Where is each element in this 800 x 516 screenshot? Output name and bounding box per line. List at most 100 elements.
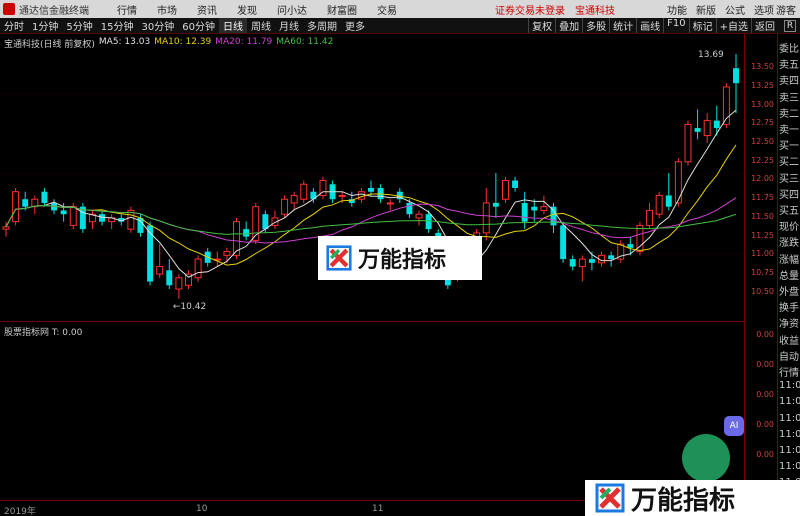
chart-stock-label: 宝通科技(日线 前复权) [4,40,95,50]
menu-options[interactable]: 选项 [754,2,774,17]
candle-body [127,209,135,230]
price-tick: 12.25 [751,155,774,165]
low-price-annotation: ←10.42 [173,302,206,312]
candle-body [512,180,519,188]
indicator-tick: 0.00 [756,450,774,459]
ma60-value: MA60: 11.42 [276,37,334,47]
candle-body [338,194,346,197]
price-tick: 10.50 [751,286,774,296]
menu-ask[interactable]: 问小达 [277,2,307,17]
side-label: 买四 [779,189,799,201]
watermark-logo-icon [326,245,352,271]
candle-body [655,194,663,215]
ai-assistant-button[interactable]: AI [724,416,744,436]
side-label: 卖五 [779,60,799,72]
period-toolbar: 分时 1分钟 5分钟 15分钟 30分钟 60分钟 日线 周线 月线 多周期 更… [0,18,800,34]
candle-body [694,128,701,132]
period-1min[interactable]: 1分钟 [28,18,62,33]
watermark-center: 万能指标 [318,236,482,280]
side-label: 11:0 [779,445,800,456]
back-button[interactable]: 返回 [751,18,778,33]
side-label: 11:0 [779,412,800,424]
side-label: 买一 [779,141,799,153]
indicator-axis: 0.000.000.000.000.000.00 [746,322,776,500]
candle-body [41,191,48,203]
candle-body [194,258,202,279]
menu-news[interactable]: 资讯 [197,2,217,17]
menu-function[interactable]: 功能 [667,2,687,17]
side-label: 买三 [779,173,799,185]
side-label: 自动 [779,351,799,363]
ma20-value: MA20: 11.79 [215,37,273,47]
price-tick: 12.00 [751,174,774,184]
candle-body [290,194,298,204]
menu-trade[interactable]: 交易 [377,2,397,17]
candle-body [69,206,77,226]
time-label-nov: 11 [372,504,384,514]
candle-body [684,123,692,163]
guest-user[interactable]: 游客 [776,2,796,17]
candle-body [386,202,394,205]
period-multi[interactable]: 多周期 [303,18,341,33]
candle-body [646,209,654,226]
side-label: 卖一 [779,125,799,136]
price-tick: 12.50 [751,137,774,147]
side-label: 卖三 [779,92,799,104]
multi-stock-button[interactable]: 多股 [582,18,609,33]
candle-body [578,258,586,268]
candle-body [12,191,20,223]
candle-body [501,179,509,200]
period-60min[interactable]: 60分钟 [178,18,219,33]
period-15min[interactable]: 15分钟 [97,18,138,33]
f10-button[interactable]: F10 [663,18,688,33]
period-daily[interactable]: 日线 [218,18,247,33]
side-label: 11:0 [779,380,800,392]
menu-wealth[interactable]: 财富圈 [327,2,357,17]
candle-body [2,226,10,230]
floating-assistant-icon[interactable] [682,434,730,482]
menu-quotes[interactable]: 行情 [117,2,137,17]
period-30min[interactable]: 30分钟 [137,18,178,33]
candle-body [166,270,173,286]
indicator-chart[interactable]: 股票指标网 T: 0.00 [0,322,745,500]
mark-button[interactable]: 标记 [688,18,716,33]
period-intraday[interactable]: 分时 [0,18,28,33]
period-5min[interactable]: 5分钟 [62,18,96,33]
price-tick: 13.00 [751,99,774,109]
price-tick: 13.25 [751,80,774,90]
menu-market[interactable]: 市场 [157,2,177,17]
candle-body [733,68,739,84]
side-label: 现价 [779,222,799,234]
price-tick: 11.50 [751,211,774,221]
quote-side-panel: 委比 卖五 卖四 卖三 卖二 卖一 买一 买二 买三 买四 买五 现价 涨跌 涨幅 总量 外盘 换手 净资 收益 自动… [777,34,800,516]
candle-body [156,266,164,275]
indicator-tick: 0.00 [756,360,774,369]
side-label: 11:0 [779,396,800,408]
draw-line-button[interactable]: 画线 [636,18,663,33]
period-monthly[interactable]: 月线 [275,18,303,33]
side-label: 涨跌 [779,238,799,250]
watermark-text: 万能指标 [358,248,447,273]
side-label: 卖四 [779,76,799,88]
period-more[interactable]: 更多 [341,18,369,33]
menu-new-version[interactable]: 新版 [696,2,716,17]
period-weekly[interactable]: 周线 [247,18,275,33]
candle-body [531,206,538,211]
side-label: 卖二 [779,108,799,120]
candle-body [99,214,106,222]
add-watchlist-button[interactable]: +自选 [715,18,751,33]
time-label-year: 2019年 [4,507,36,516]
price-tick: 11.25 [751,230,774,240]
stats-button[interactable]: 统计 [609,18,636,33]
ma60-line [5,204,737,235]
login-warning[interactable]: 证券交易未登录 [495,2,565,17]
adjust-button[interactable]: 复权 [528,18,555,33]
candle-body [357,191,365,200]
panel-toggle-button[interactable]: R [784,20,796,32]
overlay-button[interactable]: 叠加 [555,18,582,33]
time-label-oct: 10 [196,504,208,514]
side-label: 涨幅 [779,254,799,266]
watermark-text: 万能指标 [631,485,736,516]
menu-formula[interactable]: 公式 [725,2,745,17]
menu-discover[interactable]: 发现 [237,2,257,17]
